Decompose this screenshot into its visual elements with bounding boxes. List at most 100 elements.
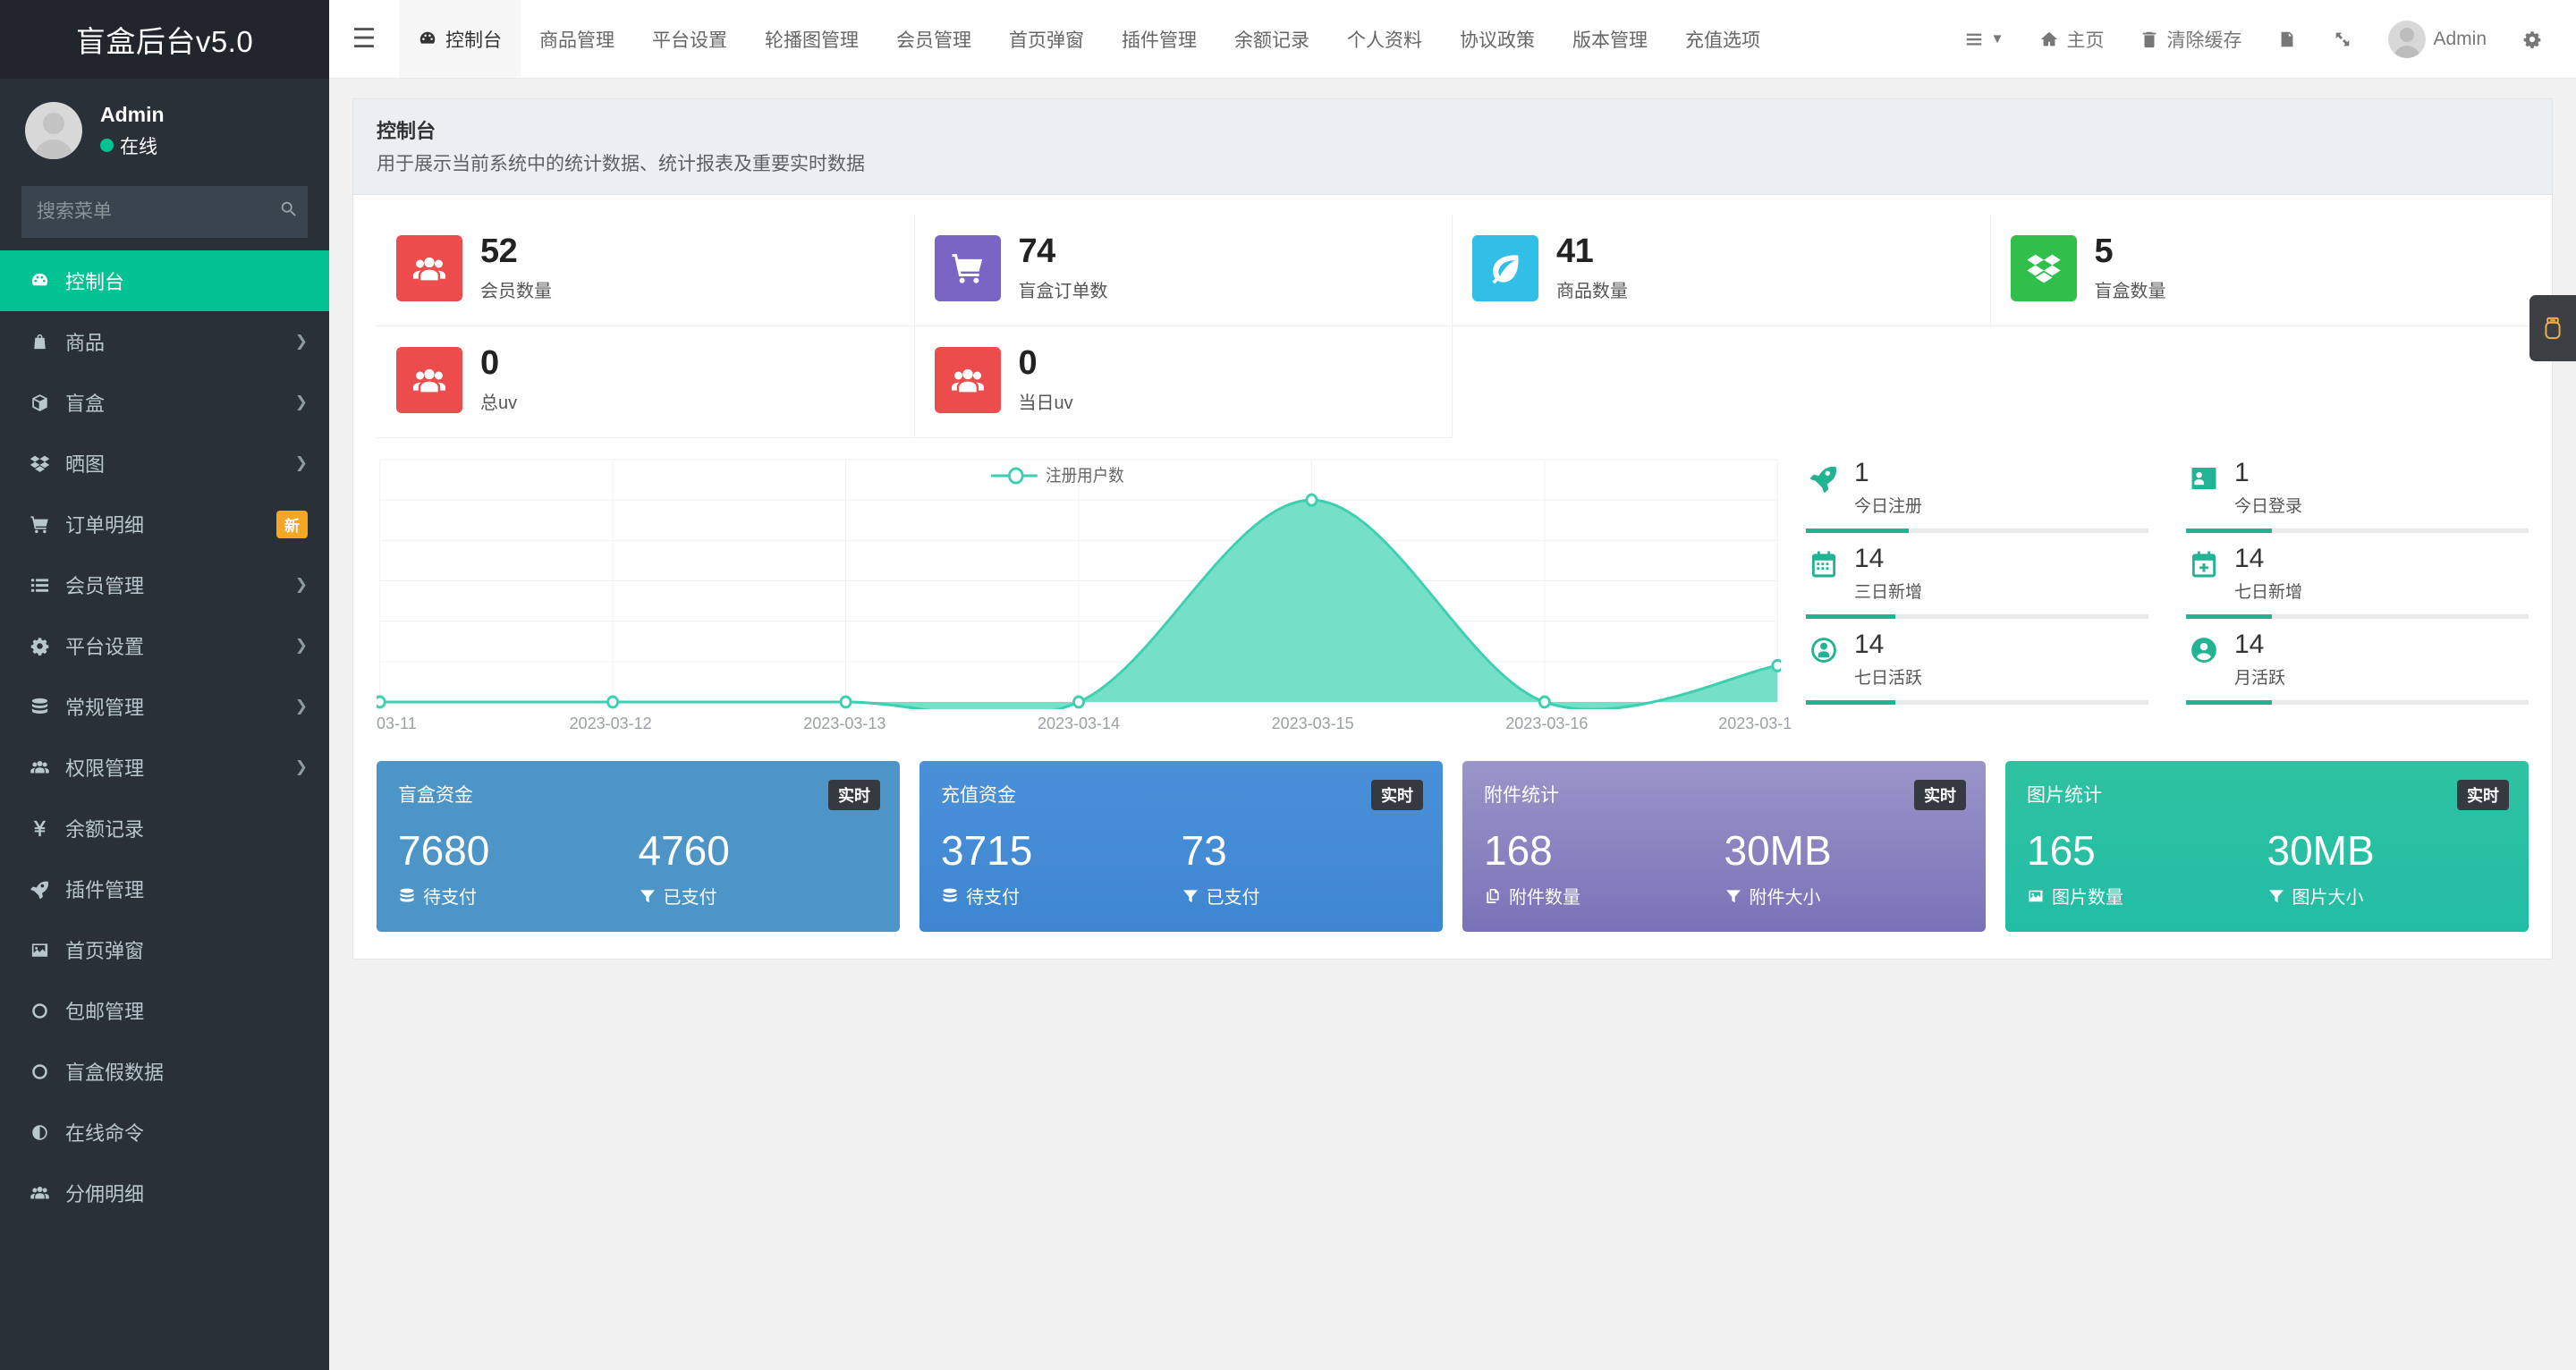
summary-card[interactable]: 充值资金 实时 3715 待支付 73 已支付 (919, 760, 1443, 933)
sidebar-item-6[interactable]: 平台设置 ❯ (0, 615, 329, 676)
filter-icon (1724, 887, 1742, 905)
stat-label: 总uv (480, 393, 518, 413)
sidebar-user[interactable]: Admin 在线 (0, 79, 329, 179)
sidebar-item-4[interactable]: 订单明细 新 (0, 494, 329, 554)
tab-label: 余额记录 (1234, 30, 1309, 51)
page-content: 控制台 用于展示当前系统中的统计数据、统计报表及重要实时数据 52 会员数量 74 盲… (329, 79, 2576, 1370)
filter-icon (639, 887, 657, 905)
stat-card[interactable]: 0 当日uv (914, 326, 1453, 438)
page-title: 控制台 (377, 120, 436, 142)
tab-4[interactable]: 会员管理 (877, 0, 990, 78)
sidebar-item-9[interactable]: 余额记录 (0, 798, 329, 858)
box-icon (30, 393, 65, 413)
topbar: ☰ 控制台 商品管理 平台设置 轮播图管理 会员管理 首页弹窗 插件管理 余额记录 个人资料 协议… (329, 0, 2576, 79)
sidebar-item-8[interactable]: 权限管理 ❯ (0, 737, 329, 798)
stat-card[interactable]: 5 盲盒数量 (1990, 215, 2529, 326)
summary-left-value: 168 (1484, 826, 1553, 874)
sidebar-item-0[interactable]: 控制台 (0, 250, 329, 311)
main-area: ☰ 控制台 商品管理 平台设置 轮播图管理 会员管理 首页弹窗 插件管理 余额记录 个人资料 协议… (329, 0, 2576, 1370)
chevron-right-icon: ❯ (294, 393, 308, 410)
sidebar-item-1[interactable]: 商品 ❯ (0, 311, 329, 372)
stat-card[interactable]: 41 商品数量 (1453, 215, 1991, 326)
topbar-user[interactable]: Admin (2370, 0, 2504, 79)
sidebar-item-label: 会员管理 (65, 575, 145, 597)
sidebar-item-3[interactable]: 晒图 ❯ (0, 433, 329, 494)
tab-6[interactable]: 插件管理 (1103, 0, 1216, 78)
tab-3[interactable]: 轮播图管理 (746, 0, 877, 78)
tab-7[interactable]: 余额记录 (1216, 0, 1328, 78)
tab-1[interactable]: 商品管理 (521, 0, 633, 78)
summary-right-value: 73 (1181, 826, 1227, 874)
sidebar-item-5[interactable]: 会员管理 ❯ (0, 554, 329, 615)
search-input[interactable] (37, 201, 279, 223)
sidebar-search (0, 179, 329, 250)
tab-11[interactable]: 充值选项 (1666, 0, 1779, 78)
summary-card[interactable]: 图片统计 实时 165 图片数量 30MB 图片大小 (2005, 760, 2529, 933)
tab-label: 充值选项 (1685, 30, 1760, 51)
kpi-grid: 1 今日注册 1 今日登录 14 三日新增 14 七日新增 14 七日活跃 14 月活跃 (1795, 454, 2529, 705)
tab-2[interactable]: 平台设置 (633, 0, 746, 78)
search-icon[interactable] (279, 199, 299, 224)
chart-x-axis-labels: 03-11 2023-03-12 2023-03-13 2023-03-14 2023-… (377, 714, 1792, 738)
clear-cache-button[interactable]: 清除缓存 (2122, 0, 2259, 79)
hamburger-icon[interactable]: ☰ (329, 0, 399, 78)
settings-gear-icon[interactable] (2504, 0, 2560, 79)
summary-card-title: 附件统计 (1484, 784, 1559, 806)
fullscreen-icon[interactable] (2315, 0, 2370, 79)
sidebar-item-label: 商品 (65, 332, 106, 354)
dashboard-panel: 控制台 用于展示当前系统中的统计数据、统计报表及重要实时数据 52 会员数量 74 盲… (352, 98, 2553, 960)
menu-list-dropdown[interactable]: ▼ (1946, 0, 2022, 79)
stat-card[interactable]: 52 会员数量 (377, 215, 915, 326)
kpi-card: 14 七日活跃 (1806, 626, 2148, 705)
realtime-badge: 实时 (828, 779, 880, 810)
user-status-label: 在线 (120, 136, 157, 157)
circle-icon (30, 1001, 65, 1021)
float-tab-button[interactable] (2529, 295, 2576, 361)
files-icon (1484, 887, 1502, 905)
home-button[interactable]: 主页 (2021, 0, 2122, 79)
chevron-right-icon: ❯ (294, 758, 308, 775)
stat-value: 41 (1556, 233, 1594, 270)
sidebar: 盲盒后台v5.0 Admin 在线 控制台商品❯盲盒❯晒图❯订单明细新会员 (0, 0, 329, 1370)
registration-chart: 注册用户数 03-11 2023-03-12 2023-03-13 2023-03-1… (377, 453, 1795, 738)
sidebar-item-label: 在线命令 (65, 1122, 145, 1145)
stat-label: 盲盒数量 (2094, 281, 2166, 301)
sidebar-item-14[interactable]: 在线命令 (0, 1102, 329, 1163)
user-filled-circle-icon (2186, 631, 2222, 665)
stat-label: 商品数量 (1556, 281, 1628, 301)
tab-8[interactable]: 个人资料 (1328, 0, 1441, 78)
half-circle-icon (30, 1122, 65, 1143)
stat-card[interactable]: 0 总uv (377, 326, 915, 438)
theme-switch-icon[interactable] (2259, 0, 2315, 79)
kpi-progress-bar (1806, 528, 2148, 533)
summary-card[interactable]: 附件统计 实时 168 附件数量 30MB 附件大小 (1462, 760, 1986, 933)
kpi-label: 月活跃 (2234, 668, 2286, 688)
tab-5[interactable]: 首页弹窗 (990, 0, 1103, 78)
x-tick-label: 2023-03-13 (803, 714, 886, 732)
sidebar-item-15[interactable]: 分佣明细 (0, 1163, 329, 1223)
summary-card[interactable]: 盲盒资金 实时 7680 待支付 4760 已支付 (377, 760, 900, 933)
summary-left-value: 3715 (941, 826, 1033, 874)
sidebar-item-7[interactable]: 常规管理 ❯ (0, 676, 329, 737)
summary-card-title: 充值资金 (941, 784, 1016, 806)
stat-card[interactable]: 74 盲盒订单数 (914, 215, 1453, 326)
clear-cache-label: 清除缓存 (2166, 30, 2242, 51)
topbar-user-label: Admin (2433, 28, 2487, 49)
kpi-value: 14 (2234, 543, 2265, 573)
sidebar-item-10[interactable]: 插件管理 (0, 858, 329, 919)
sidebar-item-11[interactable]: 首页弹窗 (0, 919, 329, 980)
tab-10[interactable]: 版本管理 (1554, 0, 1666, 78)
tab-9[interactable]: 协议政策 (1441, 0, 1554, 78)
tab-0[interactable]: 控制台 (399, 0, 521, 78)
sidebar-item-12[interactable]: 包邮管理 (0, 980, 329, 1041)
sidebar-item-2[interactable]: 盲盒 ❯ (0, 372, 329, 433)
kpi-value: 1 (2234, 457, 2250, 487)
kpi-progress-bar (2186, 613, 2529, 619)
summary-left-value: 7680 (398, 826, 490, 874)
tab-label: 会员管理 (896, 30, 971, 51)
search-box[interactable] (21, 186, 308, 238)
sidebar-item-13[interactable]: 盲盒假数据 (0, 1041, 329, 1102)
filter-icon (2267, 887, 2285, 905)
dropbox-icon (30, 453, 65, 474)
rocket-icon (30, 879, 65, 900)
